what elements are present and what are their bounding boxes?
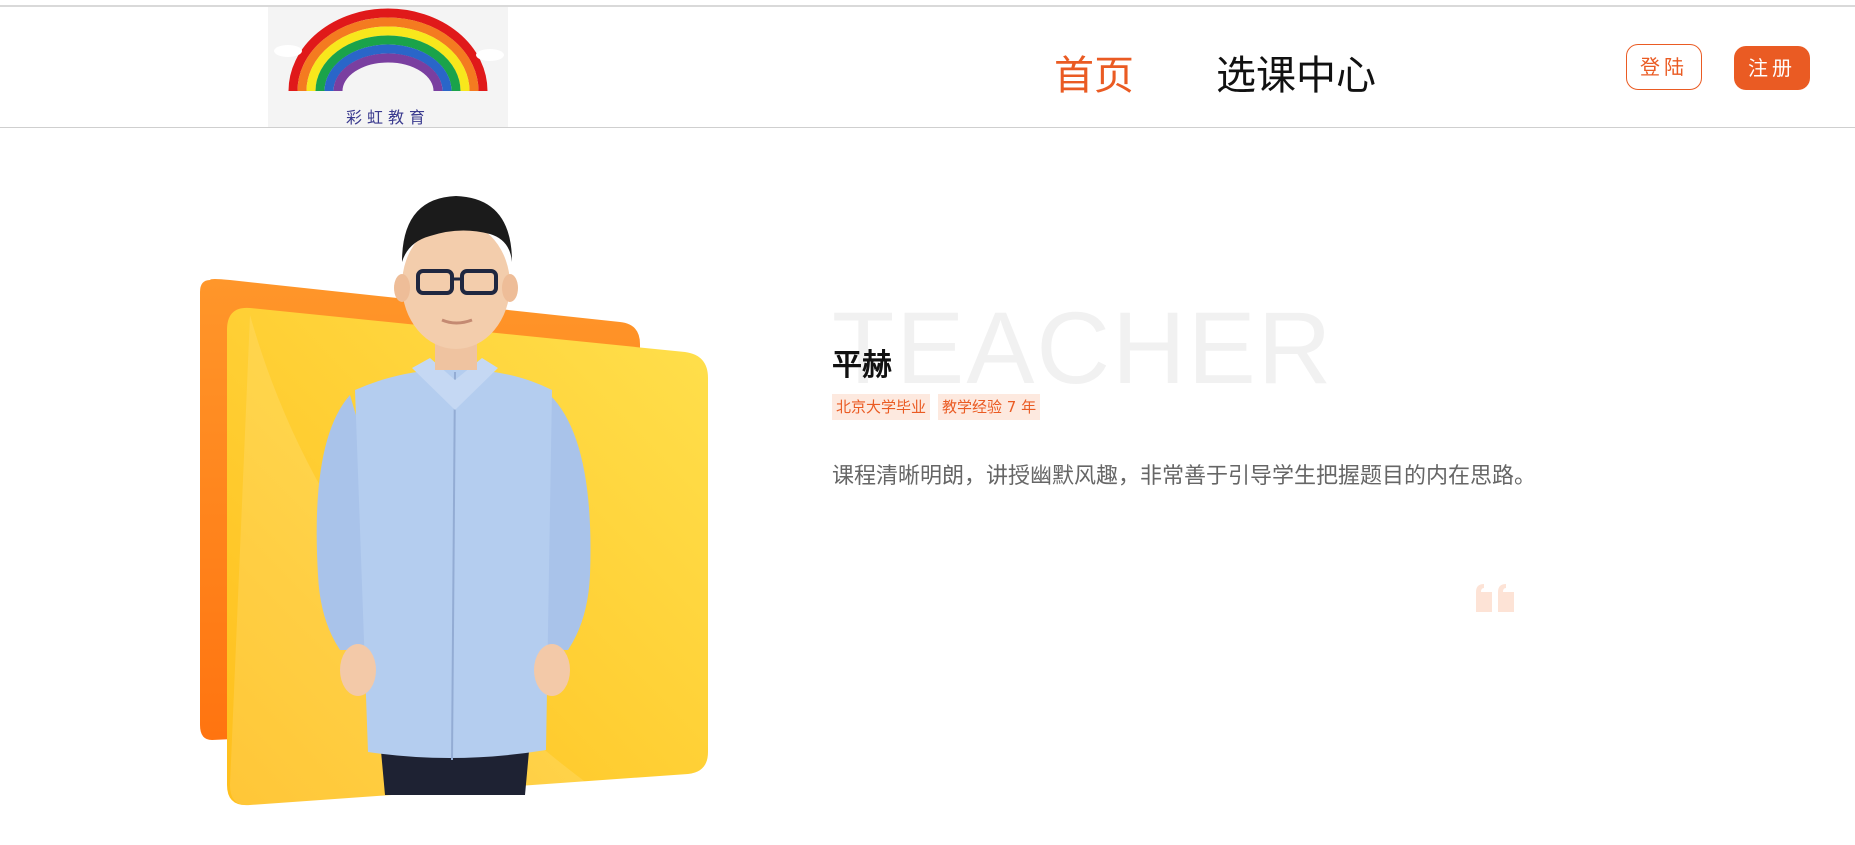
teacher-description: 课程清晰明朗，讲授幽默风趣，非常善于引导学生把握题目的内在思路。	[832, 464, 1537, 489]
login-button[interactable]: 登陆	[1626, 44, 1702, 90]
quote-icon	[1476, 584, 1514, 612]
tag-experience: 教学经验 7 年	[938, 394, 1041, 420]
teacher-name: 平赫	[832, 348, 892, 383]
nav-home[interactable]: 首页	[1054, 51, 1134, 101]
tag-graduation: 北京大学毕业	[832, 394, 931, 420]
site-logo[interactable]: 彩虹教育	[268, 7, 508, 127]
teacher-background-word: TEACHER	[832, 291, 1334, 405]
register-button[interactable]: 注册	[1734, 46, 1810, 90]
nav-course-center[interactable]: 选课中心	[1216, 51, 1376, 101]
logo-text: 彩虹教育	[345, 108, 430, 127]
teacher-photo	[190, 180, 730, 820]
teacher-tags: 北京大学毕业 教学经验 7 年	[832, 394, 1041, 420]
site-header: 彩虹教育 首页 选课中心 登陆 注册	[0, 7, 1855, 128]
